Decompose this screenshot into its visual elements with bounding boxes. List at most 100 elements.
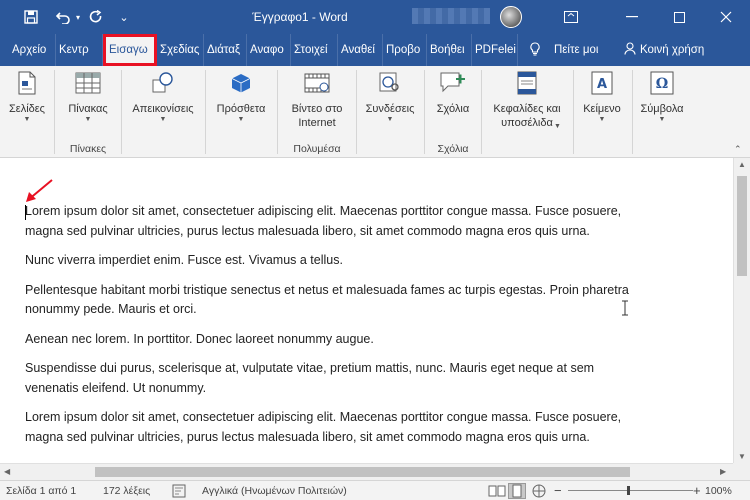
undo-dropdown-icon[interactable]: ▾	[72, 0, 84, 34]
new-comment-label: Σχόλια	[436, 103, 470, 115]
proofing-icon[interactable]	[172, 481, 186, 500]
text-box-icon: A	[587, 70, 617, 96]
read-mode-icon[interactable]	[488, 481, 506, 500]
pages-dropdown-icon: ▼	[23, 116, 31, 123]
zoom-level[interactable]: 100%	[705, 481, 732, 500]
online-video-button[interactable]: Βίντεο στο Internet	[281, 66, 353, 130]
document-body[interactable]: Lorem ipsum dolor sit amet, consectetuer…	[25, 202, 645, 457]
header-footer-icon	[512, 70, 542, 96]
ribbon-display-options-icon[interactable]	[548, 0, 594, 34]
tab-design[interactable]: Σχεδίας	[157, 34, 204, 66]
tab-insert[interactable]: Εισαγω	[103, 34, 157, 66]
avatar[interactable]	[500, 6, 522, 28]
language-status[interactable]: Αγγλικά (Ηνωμένων Πολιτειών)	[202, 481, 347, 500]
symbols-label: Σύμβολα	[640, 103, 684, 115]
media-group-label: Πολυμέσα	[293, 143, 341, 155]
share-button[interactable]: Κοινή χρήση	[618, 34, 728, 66]
group-separator	[121, 70, 122, 154]
comment-icon	[438, 70, 468, 96]
tables-group-label: Πίνακες	[69, 143, 107, 155]
minimize-icon[interactable]	[609, 0, 655, 34]
vertical-scroll-thumb[interactable]	[737, 176, 747, 276]
vertical-scrollbar[interactable]: ▲ ▼	[733, 158, 750, 463]
links-label: Συνδέσεις	[365, 103, 415, 115]
paragraph[interactable]: Pellentesque habitant morbi tristique se…	[25, 281, 645, 320]
group-separator	[277, 70, 278, 154]
pages-label: Σελίδες	[9, 103, 45, 115]
addins-button[interactable]: Πρόσθετα ▼	[208, 66, 274, 123]
symbols-dropdown-icon: ▼	[658, 116, 666, 123]
page-count[interactable]: Σελίδα 1 από 1	[6, 481, 76, 500]
illustrations-label: Απεικονίσεις	[132, 103, 194, 115]
document-canvas[interactable]: Lorem ipsum dolor sit amet, consectetuer…	[0, 158, 733, 463]
paragraph[interactable]: Lorem ipsum dolor sit amet, consectetuer…	[25, 202, 645, 241]
tab-pdfelement[interactable]: PDFelei	[472, 34, 518, 66]
maximize-icon[interactable]	[656, 0, 702, 34]
paragraph[interactable]: Aenean nec lorem. In porttitor. Donec la…	[25, 330, 645, 350]
word-count[interactable]: 172 λέξεις	[103, 481, 150, 500]
paragraph[interactable]: Suspendisse dui purus, scelerisque at, v…	[25, 359, 645, 398]
collapse-ribbon-icon[interactable]: ⌃	[734, 144, 742, 155]
addins-icon	[226, 70, 256, 96]
zoom-slider-thumb[interactable]	[627, 486, 630, 495]
web-layout-icon[interactable]	[532, 481, 546, 500]
group-separator	[632, 70, 633, 154]
save-icon[interactable]	[18, 0, 44, 34]
tab-view[interactable]: Προβο	[383, 34, 427, 66]
horizontal-scrollbar[interactable]: ◀ ▶	[0, 463, 733, 480]
ribbon-tabs: Αρχείο Κεντρ Εισαγω Σχεδίας Διάταξ Αναφο…	[0, 34, 750, 66]
print-layout-icon[interactable]	[508, 481, 526, 500]
tab-review[interactable]: Αναθεί	[338, 34, 383, 66]
pages-button[interactable]: Σελίδες ▼	[4, 66, 50, 123]
header-footer-dropdown-icon: ▼	[554, 123, 561, 130]
text-button[interactable]: A Κείμενο ▼	[576, 66, 628, 123]
tell-me-label: Πείτε μοι	[554, 44, 599, 56]
paragraph[interactable]: Nunc viverra imperdiet enim. Fusce est. …	[25, 251, 645, 271]
table-button[interactable]: Πίνακας ▼	[62, 66, 114, 123]
links-button[interactable]: Συνδέσεις ▼	[358, 66, 422, 123]
illustrations-dropdown-icon: ▼	[159, 116, 167, 123]
comments-group-label: Σχόλια	[437, 143, 469, 155]
share-label: Κοινή χρήση	[640, 44, 705, 56]
ribbon-body: Σελίδες ▼ Πίνακας ▼ Πίνακες Απεικονίσεις…	[0, 66, 750, 158]
scroll-right-icon[interactable]: ▶	[720, 467, 726, 476]
links-dropdown-icon: ▼	[386, 116, 394, 123]
scroll-down-icon[interactable]: ▼	[738, 452, 746, 461]
shapes-icon	[148, 70, 178, 96]
group-separator	[205, 70, 206, 154]
comments-group: Σχόλια Σχόλια	[426, 66, 480, 158]
tab-home[interactable]: Κεντρ	[56, 34, 103, 66]
scroll-left-icon[interactable]: ◀	[4, 467, 10, 476]
table-icon	[73, 70, 103, 96]
scrollbar-corner	[733, 463, 750, 480]
horizontal-scroll-thumb[interactable]	[95, 467, 630, 477]
tab-file[interactable]: Αρχείο	[0, 34, 56, 66]
paragraph[interactable]: Lorem ipsum dolor sit amet, consectetuer…	[25, 408, 645, 447]
close-icon[interactable]	[703, 0, 749, 34]
ibeam-cursor-icon	[621, 300, 629, 316]
customize-qat-icon[interactable]: ⌄	[114, 0, 134, 34]
tab-mailings[interactable]: Στοιχεί	[291, 34, 338, 66]
zoom-in-button[interactable]: +	[693, 481, 701, 500]
tab-references[interactable]: Αναφο	[247, 34, 291, 66]
illustrations-button[interactable]: Απεικονίσεις ▼	[124, 66, 202, 123]
tab-layout[interactable]: Διάταξ	[204, 34, 247, 66]
header-footer-button[interactable]: Κεφαλίδες και υποσέλιδα	[484, 66, 570, 130]
lightbulb-icon	[530, 41, 540, 59]
new-comment-button[interactable]: Σχόλια	[428, 66, 478, 116]
table-dropdown-icon: ▼	[84, 116, 92, 123]
zoom-out-button[interactable]: −	[554, 481, 562, 500]
tab-help[interactable]: Βοήθει	[427, 34, 472, 66]
pages-icon	[12, 70, 42, 96]
repeat-icon[interactable]	[84, 0, 108, 34]
addins-dropdown-icon: ▼	[237, 116, 245, 123]
symbols-button[interactable]: Ω Σύμβολα ▼	[634, 66, 690, 123]
group-separator	[54, 70, 55, 154]
tell-me-box[interactable]: Πείτε μοι	[518, 34, 618, 66]
account-name	[412, 8, 490, 24]
svg-text:Ω: Ω	[656, 76, 668, 92]
zoom-slider[interactable]	[568, 490, 693, 491]
text-label: Κείμενο	[583, 103, 621, 115]
group-separator	[356, 70, 357, 154]
scroll-up-icon[interactable]: ▲	[738, 160, 746, 169]
